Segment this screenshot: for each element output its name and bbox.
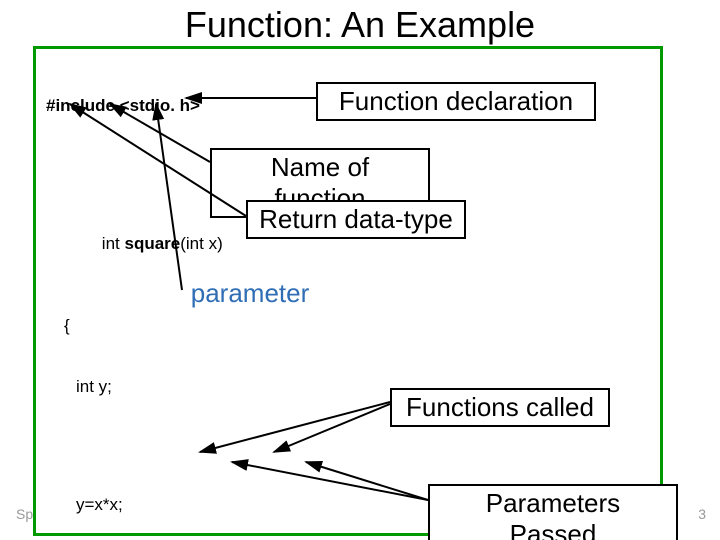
code-line: y=x*x;: [76, 495, 123, 514]
label-parameter: parameter: [180, 278, 320, 309]
label-parameters-passed: Parameters Passed: [428, 484, 678, 540]
slide: Function: An Example #include <stdio. h>…: [0, 0, 720, 540]
label-function-declaration: Function declaration: [316, 82, 596, 121]
code-line: (int x): [180, 234, 223, 253]
code-line: int: [102, 234, 125, 253]
footer-left: Sp: [16, 506, 33, 522]
code-line: int y;: [76, 377, 112, 396]
code-line: {: [64, 316, 70, 335]
slide-title: Function: An Example: [0, 4, 720, 46]
footer-right: 3: [698, 506, 706, 522]
code-line: square: [124, 234, 180, 253]
label-return-data-type: Return data-type: [246, 200, 466, 239]
code: #include <stdio. h> int square(int x) { …: [46, 55, 650, 540]
code-line: #include <stdio. h>: [46, 96, 200, 115]
label-functions-called: Functions called: [390, 388, 610, 427]
